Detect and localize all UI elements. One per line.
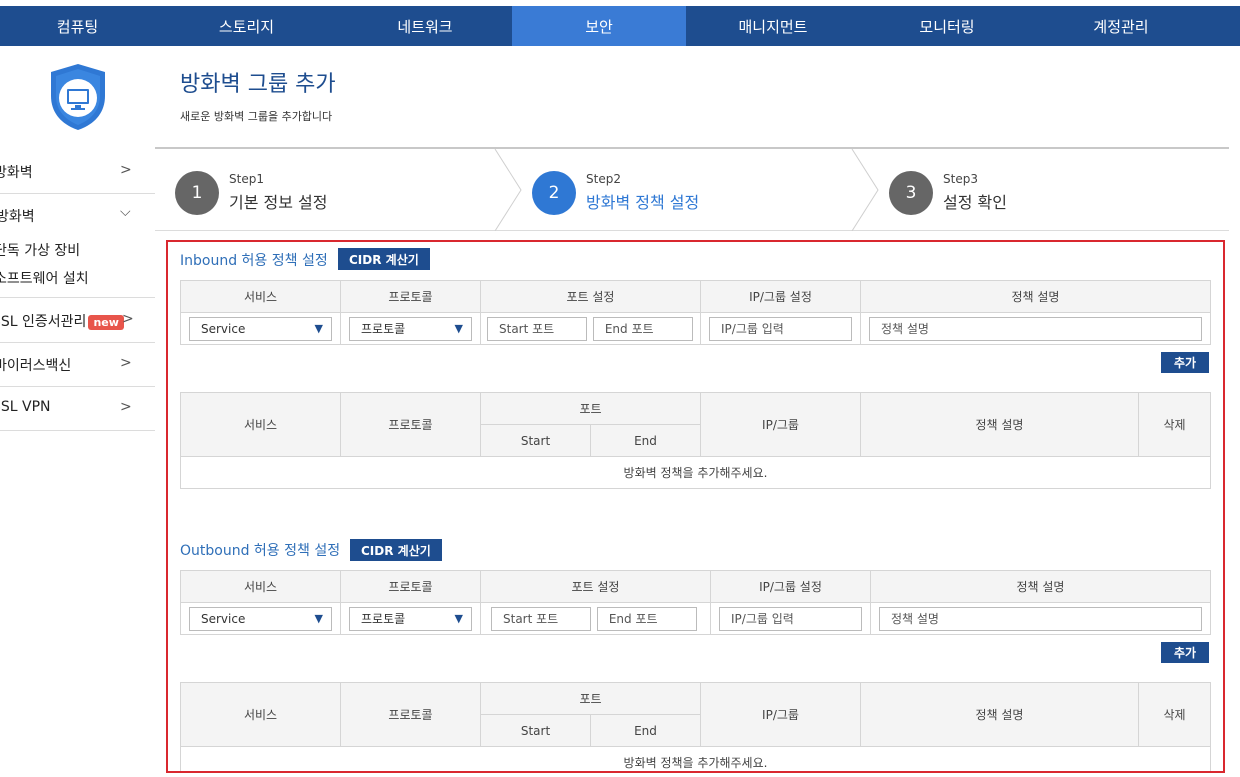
outbound-start-port-input[interactable]: Start 포트 [491,606,591,631]
nav-network[interactable]: 네트워크 [338,6,512,46]
nav-computing[interactable]: 컴퓨팅 [0,6,155,46]
header-protocol: 프로토콜 [340,280,481,313]
sidebar-sub-dedicated[interactable]: 단독 가상 장비 [0,240,80,260]
col-desc: 정책 설명 [860,392,1139,457]
chevron-right-icon: > [122,311,134,327]
chevron-down-icon: ▼ [314,321,323,335]
outbound-service-select[interactable]: Service ▼ [189,606,332,631]
sidebar-item-ssl-cert[interactable]: SSL 인증서관리 new > [0,299,155,343]
chevron-down-icon: ▼ [314,611,323,625]
nav-security[interactable]: 보안 [512,6,686,46]
outbound-add-button[interactable]: 추가 [1161,642,1209,663]
step-3-number: 3 [889,171,933,215]
header-port: 포트 설정 [480,570,711,603]
inbound-title: Inbound 허용 정책 설정 [180,253,328,269]
chevron-right-icon: > [120,399,132,415]
empty-message: 방화벽 정책을 추가해주세요. [180,746,1211,771]
col-port: 포트 [480,392,701,425]
nav-monitoring[interactable]: 모니터링 [860,6,1034,46]
col-protocol: 프로토콜 [340,682,481,747]
chevron-down-icon: ⌵ [120,204,131,220]
outbound-form-table: 서비스 프로토콜 포트 설정 IP/그룹 설정 정책 설명 Service ▼ 프… [180,570,1211,635]
page-subtitle: 새로운 방화벽 그룹을 추가합니다 [180,110,333,123]
inbound-add-button[interactable]: 추가 [1161,352,1209,373]
page-title: 방화벽 그룹 추가 [180,72,336,97]
sidebar: 방화벽 > 방화벽 ⌵ 단독 가상 장비 소프트웨어 설치 SSL 인증서관리 n… [0,46,155,777]
col-delete: 삭제 [1138,392,1211,457]
step-2-small: Step2 [586,172,621,186]
empty-message: 방화벽 정책을 추가해주세요. [180,456,1211,489]
col-delete: 삭제 [1138,682,1211,747]
col-port: 포트 [480,682,701,715]
security-logo [0,46,155,148]
chevron-right-icon: > [120,162,132,178]
sidebar-sub-software[interactable]: 소프트웨어 설치 [0,268,89,288]
inbound-start-port-input[interactable]: Start 포트 [487,316,587,341]
step-1-number: 1 [175,171,219,215]
chevron-down-icon: ▼ [454,611,463,625]
step-3-label: 설정 확인 [943,193,1007,212]
col-service: 서비스 [180,682,341,747]
nav-management[interactable]: 매니지먼트 [686,6,860,46]
outbound-ip-input[interactable]: IP/그룹 입력 [719,606,862,631]
inbound-protocol-select[interactable]: 프로토콜 ▼ [349,316,472,341]
inbound-service-select[interactable]: Service ▼ [189,316,332,341]
outbound-desc-input[interactable]: 정책 설명 [879,606,1202,631]
nav-storage[interactable]: 스토리지 [155,6,338,46]
col-start: Start [480,714,591,747]
inbound-cidr-button[interactable]: CIDR 계산기 [338,248,430,270]
new-badge: new [88,314,124,330]
top-nav: 컴퓨팅 스토리지 네트워크 보안 매니지먼트 모니터링 계정관리 [0,6,1240,46]
step-indicator: 1 Step1 기본 정보 설정 2 Step2 방화벽 정책 설정 3 Ste… [155,149,1229,231]
header-ip: IP/그룹 설정 [710,570,871,603]
outbound-policy-table: 서비스 프로토콜 포트 IP/그룹 정책 설명 삭제 Start End 방화벽… [180,682,1211,771]
sidebar-item-ssl-vpn[interactable]: SSL VPN > [0,387,155,431]
col-service: 서비스 [180,392,341,457]
col-desc: 정책 설명 [860,682,1139,747]
step-3-small: Step3 [943,172,978,186]
col-ip: IP/그룹 [700,392,861,457]
step-1-label: 기본 정보 설정 [229,193,328,212]
header-ip: IP/그룹 설정 [700,280,861,313]
nav-account[interactable]: 계정관리 [1034,6,1208,46]
outbound-end-port-input[interactable]: End 포트 [596,606,697,631]
step-2-label: 방화벽 정책 설정 [586,193,700,212]
col-ip: IP/그룹 [700,682,861,747]
step-1-small: Step1 [229,172,264,186]
inbound-desc-input[interactable]: 정책 설명 [869,316,1202,341]
header-service: 서비스 [180,570,341,603]
outbound-title: Outbound 허용 정책 설정 [180,543,341,559]
header-port: 포트 설정 [480,280,701,313]
header-desc: 정책 설명 [870,570,1211,603]
inbound-end-port-input[interactable]: End 포트 [592,316,693,341]
sidebar-item-antivirus[interactable]: 바이러스백신 > [0,343,155,387]
col-end: End [590,424,701,457]
outbound-protocol-select[interactable]: 프로토콜 ▼ [349,606,472,631]
col-start: Start [480,424,591,457]
policy-panel: Inbound 허용 정책 설정 CIDR 계산기 서비스 프로토콜 포트 설정… [166,240,1225,773]
outbound-cidr-button[interactable]: CIDR 계산기 [350,539,442,561]
shield-monitor-icon [50,64,105,130]
col-end: End [590,714,701,747]
chevron-right-icon: > [120,355,132,371]
sidebar-item-firewall[interactable]: 방화벽 > [0,150,155,194]
inbound-ip-input[interactable]: IP/그룹 입력 [709,316,852,341]
step-2-number: 2 [532,171,576,215]
header-protocol: 프로토콜 [340,570,481,603]
header-desc: 정책 설명 [860,280,1211,313]
chevron-down-icon: ▼ [454,321,463,335]
inbound-form-table: 서비스 프로토콜 포트 설정 IP/그룹 설정 정책 설명 Service ▼ 프… [180,280,1211,345]
header-service: 서비스 [180,280,341,313]
inbound-policy-table: 서비스 프로토콜 포트 IP/그룹 정책 설명 삭제 Start End 방화벽… [180,392,1211,489]
col-protocol: 프로토콜 [340,392,481,457]
